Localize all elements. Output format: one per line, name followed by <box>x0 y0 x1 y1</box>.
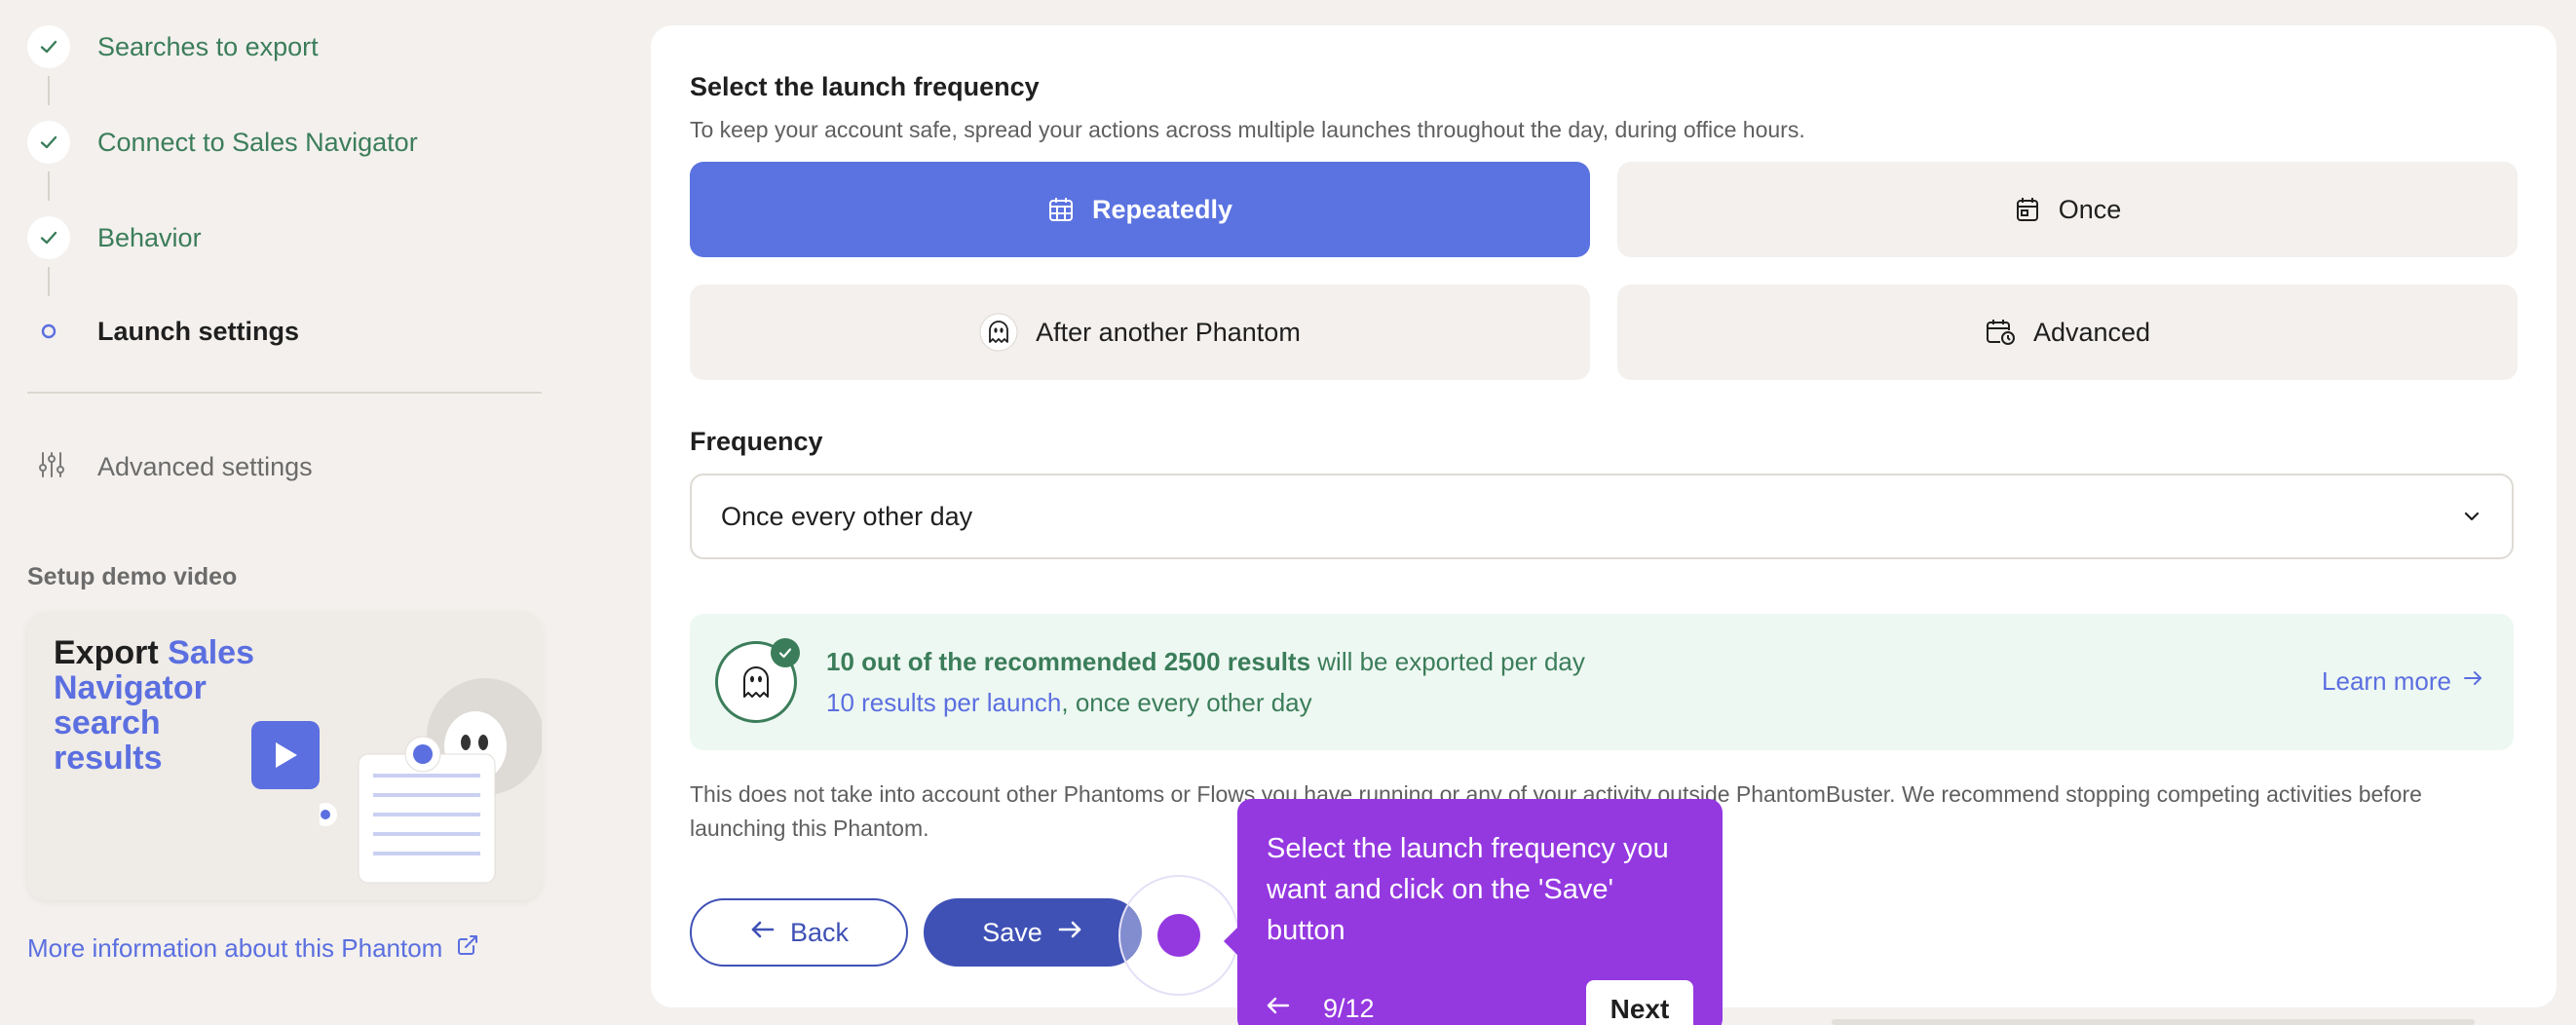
more-info-label: More information about this Phantom <box>27 933 443 963</box>
save-button[interactable]: Save <box>924 898 1142 967</box>
step-connector <box>48 76 50 105</box>
step-label: Searches to export <box>97 31 319 61</box>
check-icon <box>771 638 800 667</box>
option-label: Advanced <box>2032 317 2151 347</box>
step-label: Behavior <box>97 222 202 252</box>
results-summary: 10 out of the recommended 2500 results w… <box>826 647 1585 676</box>
option-repeatedly[interactable]: Repeatedly <box>690 162 1590 257</box>
check-icon <box>27 121 70 164</box>
tour-previous-button[interactable] <box>1265 994 1292 1017</box>
sliders-icon <box>37 450 66 484</box>
tour-message: Select the launch frequency you want and… <box>1267 833 1669 946</box>
play-icon[interactable] <box>251 721 320 789</box>
current-step-icon <box>27 310 70 353</box>
step-connector <box>48 267 50 296</box>
arrow-right-icon <box>1042 918 1083 948</box>
section-title: Select the launch frequency <box>690 72 1040 101</box>
advanced-settings-link[interactable]: Advanced settings <box>37 450 313 484</box>
step-connect-sales-navigator[interactable]: Connect to Sales Navigator <box>27 121 418 164</box>
arrow-left-icon <box>1267 997 1290 1014</box>
ghost-icon <box>715 638 800 723</box>
step-launch-settings[interactable]: Launch settings <box>27 310 299 353</box>
arrow-right-icon <box>2451 666 2484 697</box>
bottom-bar <box>1832 1019 2475 1025</box>
video-card-title: Export Sales Navigator search results <box>54 634 254 777</box>
step-label: Connect to Sales Navigator <box>97 127 418 157</box>
step-connector <box>48 171 50 201</box>
results-info-box: 10 out of the recommended 2500 results w… <box>690 614 2514 750</box>
step-searches-to-export[interactable]: Searches to export <box>27 25 319 68</box>
calendar-icon <box>2014 196 2041 223</box>
option-label: Repeatedly <box>1091 194 1233 224</box>
video-illustration <box>314 668 542 897</box>
demo-video-title: Setup demo video <box>27 563 238 590</box>
ghost-icon <box>979 313 1018 352</box>
tour-next-button[interactable]: Next <box>1586 980 1693 1025</box>
more-info-link[interactable]: More information about this Phantom <box>27 933 479 964</box>
frequency-select[interactable]: Once every other day <box>690 474 2514 559</box>
step-label: Launch settings <box>97 316 300 346</box>
sidebar-divider <box>27 392 542 394</box>
demo-video-card[interactable]: Export Sales Navigator search results <box>27 612 542 900</box>
arrow-left-icon <box>749 918 790 948</box>
external-link-icon <box>442 933 479 964</box>
section-subtitle: To keep your account safe, spread your a… <box>690 117 1805 142</box>
option-after-another-phantom[interactable]: After another Phantom <box>690 285 1590 380</box>
option-once[interactable]: Once <box>1617 162 2518 257</box>
tour-step-counter: 9/12 <box>1323 994 1375 1023</box>
frequency-label: Frequency <box>690 427 823 456</box>
check-icon <box>27 216 70 259</box>
back-button[interactable]: Back <box>690 898 908 967</box>
option-advanced[interactable]: Advanced <box>1617 285 2518 380</box>
sidebar: Searches to export Connect to Sales Navi… <box>0 0 575 1025</box>
learn-more-link[interactable]: Learn more <box>2322 666 2484 697</box>
back-label: Back <box>789 917 850 947</box>
check-icon <box>27 25 70 68</box>
option-label: After another Phantom <box>1036 317 1301 347</box>
chevron-down-icon <box>2461 506 2482 527</box>
calendar-clock-icon <box>1985 318 2016 347</box>
save-label: Save <box>982 917 1042 947</box>
tour-tooltip: Select the launch frequency you want and… <box>1224 799 1723 1025</box>
option-label: Once <box>2058 194 2122 224</box>
results-schedule: 10 results per launch, once every other … <box>826 688 1312 717</box>
tour-beacon[interactable] <box>1157 914 1200 957</box>
frequency-value: Once every other day <box>721 501 973 531</box>
tooltip-arrow <box>1224 926 1239 957</box>
calendar-grid-icon <box>1047 196 1075 223</box>
advanced-settings-label: Advanced settings <box>97 452 313 481</box>
step-behavior[interactable]: Behavior <box>27 216 202 259</box>
